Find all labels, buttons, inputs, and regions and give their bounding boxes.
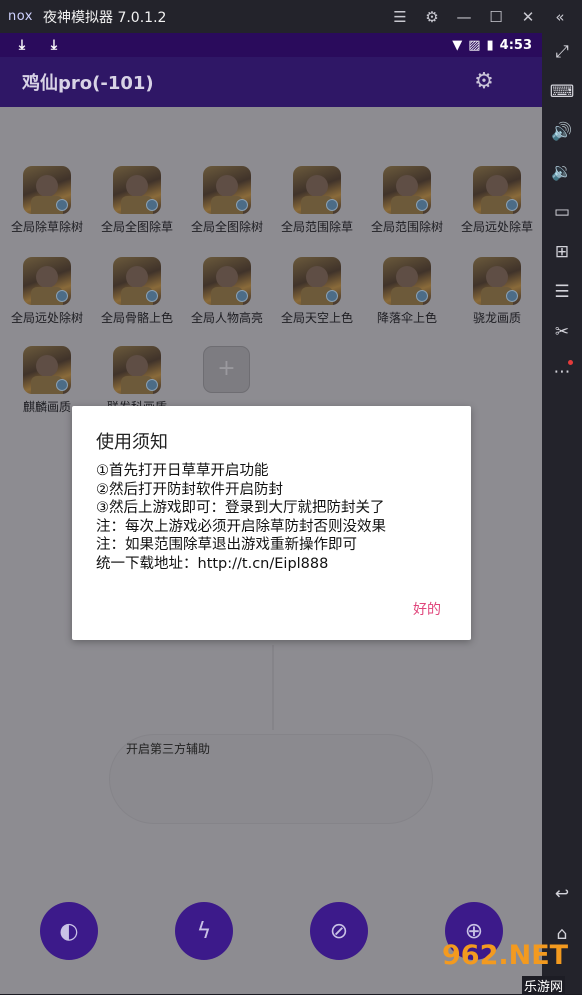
dialog-line: ①首先打开日草草开启功能 <box>96 463 269 479</box>
game-icon <box>473 257 521 305</box>
tile-label: 全局远处除树 <box>10 311 83 325</box>
game-icon <box>113 257 161 305</box>
tile-label: 降落伞上色 <box>376 311 437 325</box>
feature-tile[interactable]: 全局全图除草 <box>98 166 176 235</box>
dialog-line: ②然后打开防封软件开启防封 <box>96 481 283 498</box>
dialog-body: ①首先打开日草草开启功能 ②然后打开防封软件开启防封 ③然后上游戏即可：登录到大… <box>96 462 456 573</box>
app-bar: 鸡仙pro(-101) ⚙ <box>0 57 542 107</box>
feature-tile[interactable]: 全局天空上色 <box>278 257 356 326</box>
dialog-line: ③然后上游戏即可：登录到大厅就把防封关了 <box>96 500 385 516</box>
block-icon: ⊘ <box>329 918 349 944</box>
tile-label: 全局骨骼上色 <box>100 311 173 325</box>
dialog-line: 统一下载地址：http://t.cn/Eipl888 <box>96 555 329 572</box>
feature-tile[interactable]: 全局除草除树 <box>8 166 86 235</box>
nox-logo: nox <box>8 9 33 24</box>
back-icon[interactable]: ↩ <box>542 879 582 909</box>
app-title: 鸡仙pro(-101) <box>22 73 154 94</box>
minimize-icon[interactable]: — <box>448 0 480 33</box>
tile-label: 全局除草除树 <box>10 220 83 234</box>
gear-icon[interactable]: ⚙ <box>472 70 496 94</box>
game-icon <box>293 166 341 214</box>
download-icon: ⤓ <box>50 37 58 53</box>
apk-install-icon[interactable]: ⊞ <box>542 237 582 267</box>
screen-icon[interactable]: ▭ <box>542 197 582 227</box>
game-icon <box>203 257 251 305</box>
fullscreen-icon[interactable]: ⤢ <box>542 37 582 67</box>
wifi-icon: ▼ <box>452 37 463 53</box>
watermark-bottom: 乐游网 <box>522 976 566 995</box>
tile-label: 全局全图除树 <box>190 220 263 234</box>
background-text: 开启第三方辅助 <box>126 742 211 756</box>
game-icon <box>293 257 341 305</box>
feature-tile[interactable]: 全局全图除树 <box>188 166 266 235</box>
close-icon[interactable]: ✕ <box>512 0 544 33</box>
feature-tile[interactable]: 全局远处除草 <box>458 166 536 235</box>
battery-icon: ▮ <box>486 37 494 53</box>
gear-icon[interactable]: ⚙ <box>416 0 448 33</box>
game-icon <box>383 257 431 305</box>
tile-label: 全局远处除草 <box>460 220 533 234</box>
volume-down-icon[interactable]: 🔉 <box>542 157 582 187</box>
game-icon <box>203 166 251 214</box>
watermark-logo: 962.NET 乐游网 <box>442 940 582 995</box>
dialog-line: 注：如果范围除草退出游戏重新操作即可 <box>96 537 357 553</box>
contrast-icon: ◐ <box>59 918 79 944</box>
feature-tile[interactable]: 全局骨骼上色 <box>98 257 176 326</box>
contrast-button[interactable]: ◐ <box>40 902 98 960</box>
android-screen: ⤓ ⤓ ▼ ▨ ▮ 4:53 鸡仙pro(-101) ⚙ 全局除草除树 全局全图… <box>0 33 542 994</box>
tile-label: 全局人物高亮 <box>190 311 263 325</box>
tile-label: 全局范围除树 <box>370 220 443 234</box>
collapse-icon[interactable]: « <box>544 0 576 33</box>
emulator-sidebar: ⤢ ⌨ 🔊 🔉 ▭ ⊞ ☰ ✂ ⋯ ↩ ⌂ <box>542 33 582 994</box>
keyboard-icon[interactable]: ⌨ <box>542 77 582 107</box>
feature-tile[interactable]: 全局范围除草 <box>278 166 356 235</box>
emulator-titlebar: nox 夜神模拟器 7.0.1.2 ☰ ⚙ — ☐ ✕ « <box>0 0 582 33</box>
game-icon <box>23 257 71 305</box>
status-bar: ⤓ ⤓ ▼ ▨ ▮ 4:53 <box>0 33 542 57</box>
screenshot-scissors-icon[interactable]: ✂ <box>542 317 582 347</box>
download-icon: ⤓ <box>18 37 26 53</box>
ok-button[interactable]: 好的 <box>413 599 441 619</box>
block-button[interactable]: ⊘ <box>310 902 368 960</box>
tile-label: 骁龙画质 <box>472 311 521 325</box>
multi-instance-icon[interactable]: ☰ <box>542 277 582 307</box>
game-icon <box>23 346 71 394</box>
game-icon <box>23 166 71 214</box>
feature-tile[interactable]: 全局范围除树 <box>368 166 446 235</box>
window-title: 夜神模拟器 7.0.1.2 <box>43 9 167 26</box>
feature-tile[interactable]: 全局人物高亮 <box>188 257 266 326</box>
maximize-icon[interactable]: ☐ <box>480 0 512 33</box>
no-sim-icon: ▨ <box>468 37 481 53</box>
tile-label: 全局全图除草 <box>100 220 173 234</box>
background-divider <box>272 645 274 730</box>
usage-notice-dialog: 使用须知 ①首先打开日草草开启功能 ②然后打开防封软件开启防封 ③然后上游戏即可… <box>72 406 471 640</box>
feature-tile[interactable]: 降落伞上色 <box>368 257 446 326</box>
lightning-button[interactable]: ϟ <box>175 902 233 960</box>
dialog-title: 使用须知 <box>96 432 168 453</box>
tile-label: 全局天空上色 <box>280 311 353 325</box>
notification-dot <box>568 360 573 365</box>
watermark-top: 962.NET <box>442 940 569 971</box>
game-icon <box>113 346 161 394</box>
feature-tile[interactable]: 骁龙画质 <box>458 257 536 326</box>
add-tile-button[interactable]: + <box>203 346 250 393</box>
menu-icon[interactable]: ☰ <box>384 0 416 33</box>
game-icon <box>473 166 521 214</box>
game-icon <box>383 166 431 214</box>
feature-tile[interactable]: 全局远处除树 <box>8 257 86 326</box>
more-icon[interactable]: ⋯ <box>542 357 582 387</box>
feature-tile[interactable]: 联发科画质 <box>98 346 176 415</box>
status-time: 4:53 <box>499 37 532 53</box>
tile-label: 全局范围除草 <box>280 220 353 234</box>
game-icon <box>113 166 161 214</box>
lightning-icon: ϟ <box>196 918 212 944</box>
dialog-line: 注：每次上游戏必须开启除草防封否则没效果 <box>96 518 386 535</box>
feature-tile[interactable]: 麒麟画质 <box>8 346 86 415</box>
volume-up-icon[interactable]: 🔊 <box>542 117 582 147</box>
window-controls: ☰ ⚙ — ☐ ✕ « <box>384 0 576 33</box>
